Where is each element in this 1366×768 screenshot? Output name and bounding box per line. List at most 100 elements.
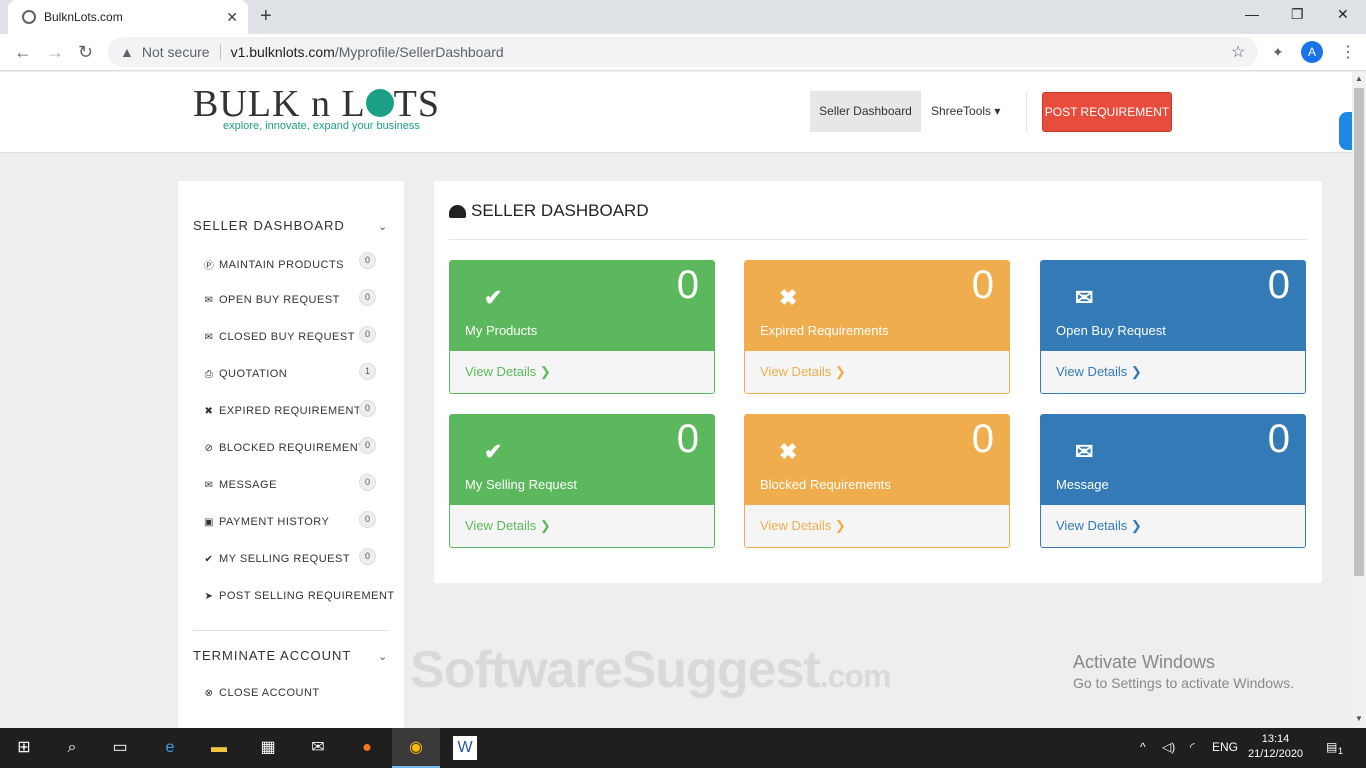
view-details-link[interactable]: View Details ❯ <box>1041 505 1305 547</box>
sidebar-item-label: MESSAGE <box>219 479 277 491</box>
sidebar-item-closed-buy-request[interactable]: ✉ CLOSED BUY REQUEST <box>203 331 355 343</box>
count-badge: 0 <box>359 474 376 491</box>
sidebar-item-label: BLOCKED REQUIREMENTS <box>219 442 374 454</box>
sidebar-item-label: QUOTATION <box>219 368 288 380</box>
view-details-link[interactable]: View Details ❯ <box>450 351 714 393</box>
address-bar[interactable]: ▲ Not secure v1.bulknlots.com/Myprofile/… <box>108 37 1258 67</box>
close-tab-icon[interactable]: ✕ <box>226 9 238 26</box>
word-icon[interactable]: W <box>453 736 477 760</box>
not-secure-label: Not secure <box>141 44 210 60</box>
post-requirement-button[interactable]: POST REQUIREMENT <box>1042 92 1172 132</box>
browser-tab[interactable]: BulknLots.com ✕ <box>8 0 248 34</box>
sidebar-item-label: CLOSED BUY REQUEST <box>219 331 355 343</box>
system-clock[interactable]: 13:14 21/12/2020 <box>1248 732 1303 762</box>
sidebar-item-payment-history[interactable]: ▣ PAYMENT HISTORY <box>203 516 329 528</box>
chevron-up-icon[interactable]: ^ <box>1140 740 1146 754</box>
scroll-down-arrow-icon[interactable]: ▼ <box>1355 714 1363 723</box>
windows-start-icon[interactable]: ⊞ <box>12 736 36 760</box>
sidebar-section-seller-dashboard[interactable]: SELLER DASHBOARD <box>193 218 345 233</box>
back-arrow-icon[interactable]: ← <box>14 42 32 63</box>
sidebar-item-close-account[interactable]: ⊗ CLOSE ACCOUNT <box>203 687 320 699</box>
chevron-down-icon[interactable]: ⌄ <box>378 650 387 663</box>
warning-icon: ▲ <box>120 44 134 60</box>
times-icon: ✖ <box>779 439 798 464</box>
wifi-icon[interactable]: ◜ <box>1190 740 1195 754</box>
speaker-icon[interactable]: ◁) <box>1162 740 1175 754</box>
close-window-button[interactable]: ✕ <box>1337 6 1349 23</box>
firefox-icon[interactable]: ● <box>355 736 379 760</box>
scrollbar-thumb[interactable] <box>1354 88 1364 576</box>
browser-menu-icon[interactable]: ⋮ <box>1340 42 1356 62</box>
close-circle-icon: ⊗ <box>204 687 214 699</box>
nav-seller-dashboard[interactable]: Seller Dashboard <box>810 91 921 132</box>
sidebar-item-quotation[interactable]: ⎙ QUOTATION <box>203 368 287 380</box>
paper-plane-icon: ➤ <box>204 590 214 602</box>
view-details-link[interactable]: View Details ❯ <box>1041 351 1305 393</box>
dashboard-panel: SELLER DASHBOARD ✔ 0 My Products View De… <box>434 181 1322 583</box>
file-explorer-icon[interactable]: ▬ <box>207 736 231 760</box>
view-details-link[interactable]: View Details ❯ <box>450 505 714 547</box>
printer-icon: ⎙ <box>204 368 214 380</box>
chrome-icon[interactable]: ◉ <box>404 736 428 760</box>
new-tab-button[interactable]: + <box>260 5 272 28</box>
url-path: /Myprofile/SellerDashboard <box>334 44 504 60</box>
mail-icon[interactable]: ✉ <box>306 736 330 760</box>
search-icon[interactable]: ⌕ <box>60 736 84 760</box>
count-badge: 0 <box>359 289 376 306</box>
sidebar-divider <box>193 630 389 631</box>
card-count: 0 <box>971 417 994 461</box>
task-view-icon[interactable]: ▭ <box>108 736 132 760</box>
forward-arrow-icon[interactable]: → <box>46 42 64 63</box>
sidebar-item-expired-requirements[interactable]: ✖ EXPIRED REQUIREMENTS <box>203 405 369 417</box>
profile-avatar[interactable]: A <box>1301 41 1323 63</box>
activate-windows-notice: Activate Windows Go to Settings to activ… <box>1073 652 1294 691</box>
sidebar-item-post-selling-requirement[interactable]: ➤ POST SELLING REQUIREMENT <box>203 590 395 602</box>
side-feedback-tab[interactable] <box>1339 112 1353 150</box>
activate-windows-title: Activate Windows <box>1073 652 1216 672</box>
view-details-link[interactable]: View Details ❯ <box>745 505 1009 547</box>
notifications-icon[interactable]: ▤ <box>1326 740 1337 754</box>
tab-title: BulknLots.com <box>44 10 123 24</box>
page-scrollbar[interactable]: ▲ ▼ <box>1352 72 1366 728</box>
user-menu-dropdown[interactable]: ShreeTools ▾ <box>931 91 1000 132</box>
header-divider <box>1026 92 1027 132</box>
view-details-link[interactable]: View Details ❯ <box>745 351 1009 393</box>
card-my-products: ✔ 0 My Products View Details ❯ <box>449 260 715 394</box>
globe-icon <box>22 10 36 24</box>
sidebar-item-open-buy-request[interactable]: ✉ OPEN BUY REQUEST <box>203 294 340 306</box>
sidebar-section-terminate-account[interactable]: TERMINATE ACCOUNT <box>193 648 351 663</box>
extensions-puzzle-icon[interactable]: ✦ <box>1272 44 1284 61</box>
maximize-button[interactable]: ❐ <box>1291 6 1304 23</box>
logo-tagline: explore, innovate, expand your business <box>223 120 420 132</box>
sidebar-item-label: MAINTAIN PRODUCTS <box>219 258 345 271</box>
bookmark-star-icon[interactable]: ☆ <box>1231 42 1245 62</box>
site-header: BULK n L TS explore, innovate, expand you… <box>0 72 1353 153</box>
notification-count: 1 <box>1338 746 1344 756</box>
store-icon[interactable]: ▦ <box>256 736 280 760</box>
card-title: Message <box>1056 477 1109 492</box>
money-icon: ▣ <box>204 516 214 528</box>
sidebar-item-my-selling-request[interactable]: ✔ MY SELLING REQUEST <box>203 553 350 565</box>
envelope-icon: ✉ <box>1075 439 1094 464</box>
scroll-up-arrow-icon[interactable]: ▲ <box>1355 74 1363 83</box>
sidebar-item-maintain-products[interactable]: Ⓟ MAINTAIN PRODUCTS <box>203 257 345 273</box>
watermark-text: SoftwareSuggest <box>410 641 821 699</box>
sidebar-item-blocked-requirements[interactable]: ⊘ BLOCKED REQUIREMENTS <box>203 442 373 454</box>
bulknlots-logo[interactable]: BULK n L TS explore, innovate, expand you… <box>193 84 440 132</box>
edge-browser-icon[interactable]: e <box>158 736 182 760</box>
reload-icon[interactable]: ↻ <box>78 42 93 63</box>
chevron-down-icon[interactable]: ⌄ <box>378 220 387 233</box>
count-badge: 0 <box>359 400 376 417</box>
ban-icon: ⊘ <box>204 442 214 454</box>
sidebar-item-label: MY SELLING REQUEST <box>219 553 351 565</box>
dashboard-gauge-icon <box>449 204 466 218</box>
count-badge: 0 <box>359 437 376 454</box>
card-expired-requirements: ✖ 0 Expired Requirements View Details ❯ <box>744 260 1010 394</box>
check-icon: ✔ <box>484 285 503 310</box>
address-separator <box>219 44 221 60</box>
minimize-button[interactable]: — <box>1245 6 1259 22</box>
sidebar-item-message[interactable]: ✉ MESSAGE <box>203 479 277 491</box>
card-title: Expired Requirements <box>760 323 889 338</box>
language-indicator[interactable]: ENG <box>1212 740 1238 754</box>
title-divider <box>449 239 1307 240</box>
